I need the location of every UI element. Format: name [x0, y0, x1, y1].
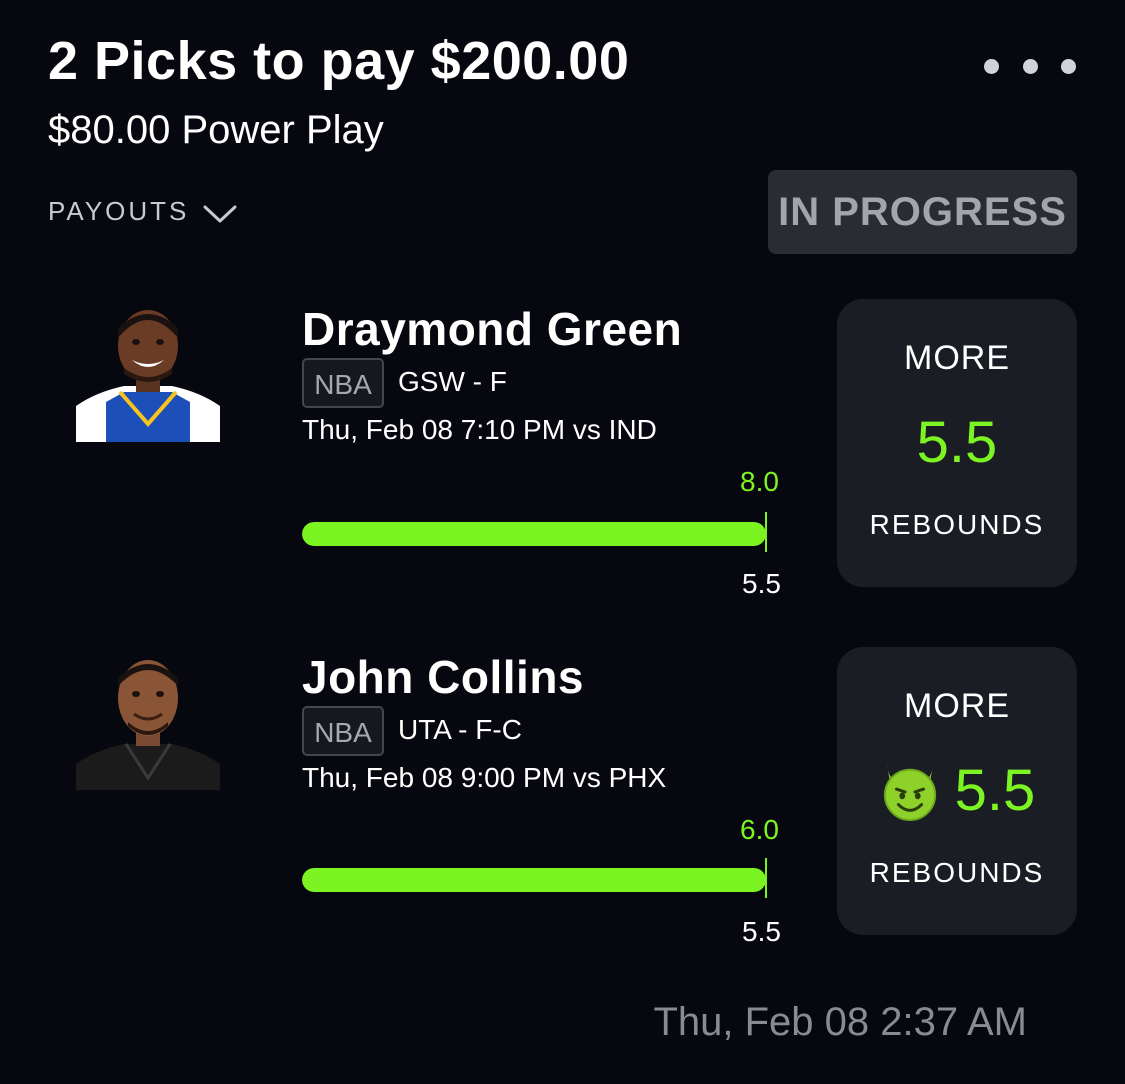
pick-line: 5.5	[954, 758, 1036, 823]
game-info: Thu, Feb 08 7:10 PM vs IND	[302, 414, 657, 445]
entry-subtitle: $80.00 Power Play	[48, 108, 384, 152]
actual-stat-value: 6.0	[740, 814, 779, 845]
chevron-down-icon	[203, 205, 237, 222]
pick-stat-type: REBOUNDS	[869, 857, 1045, 888]
pick-direction: MORE	[904, 339, 1010, 377]
payouts-label: PAYOUTS	[48, 196, 190, 226]
player-name: John Collins	[302, 651, 584, 703]
line-marker	[765, 858, 767, 898]
team-position: GSW - F	[398, 366, 507, 397]
line-marker	[765, 512, 767, 552]
status-badge: IN PROGRESS	[768, 170, 1077, 254]
pick-line-row: 5.5	[837, 757, 1077, 824]
progress-fill	[302, 522, 766, 546]
progress-bar	[302, 522, 766, 546]
game-info: Thu, Feb 08 9:00 PM vs PHX	[302, 762, 667, 793]
player-photo	[76, 306, 220, 442]
pick-card[interactable]: MORE 5.5 REBOUNDS	[837, 647, 1077, 935]
more-horizontal-icon-dot	[1022, 58, 1038, 74]
league-badge: NBA	[302, 706, 384, 756]
player-name: Draymond Green	[302, 303, 683, 355]
entry-title: 2 Picks to pay $200.00	[48, 31, 630, 91]
player-photo	[76, 654, 220, 790]
line-value-label: 5.5	[742, 568, 781, 599]
progress-bar	[302, 868, 766, 892]
pick-line: 5.5	[916, 410, 998, 475]
entry-timestamp: Thu, Feb 08 2:37 AM	[653, 1000, 1027, 1044]
pick-card[interactable]: MORE 5.5 REBOUNDS	[837, 299, 1077, 587]
progress-fill	[302, 868, 766, 892]
line-value-label: 5.5	[742, 916, 781, 947]
more-horizontal-icon	[984, 58, 999, 74]
smiling-devil-icon	[883, 763, 936, 821]
team-position: UTA - F-C	[398, 714, 522, 745]
pick-line-row: 5.5	[837, 409, 1077, 476]
more-horizontal-icon-dot	[1061, 58, 1076, 74]
more-options-button[interactable]	[984, 54, 1076, 78]
pick-stat-type: REBOUNDS	[869, 509, 1045, 540]
actual-stat-value: 8.0	[740, 466, 779, 497]
payouts-toggle[interactable]: PAYOUTS	[48, 196, 237, 227]
pick-direction: MORE	[904, 687, 1010, 725]
league-badge: NBA	[302, 358, 384, 408]
